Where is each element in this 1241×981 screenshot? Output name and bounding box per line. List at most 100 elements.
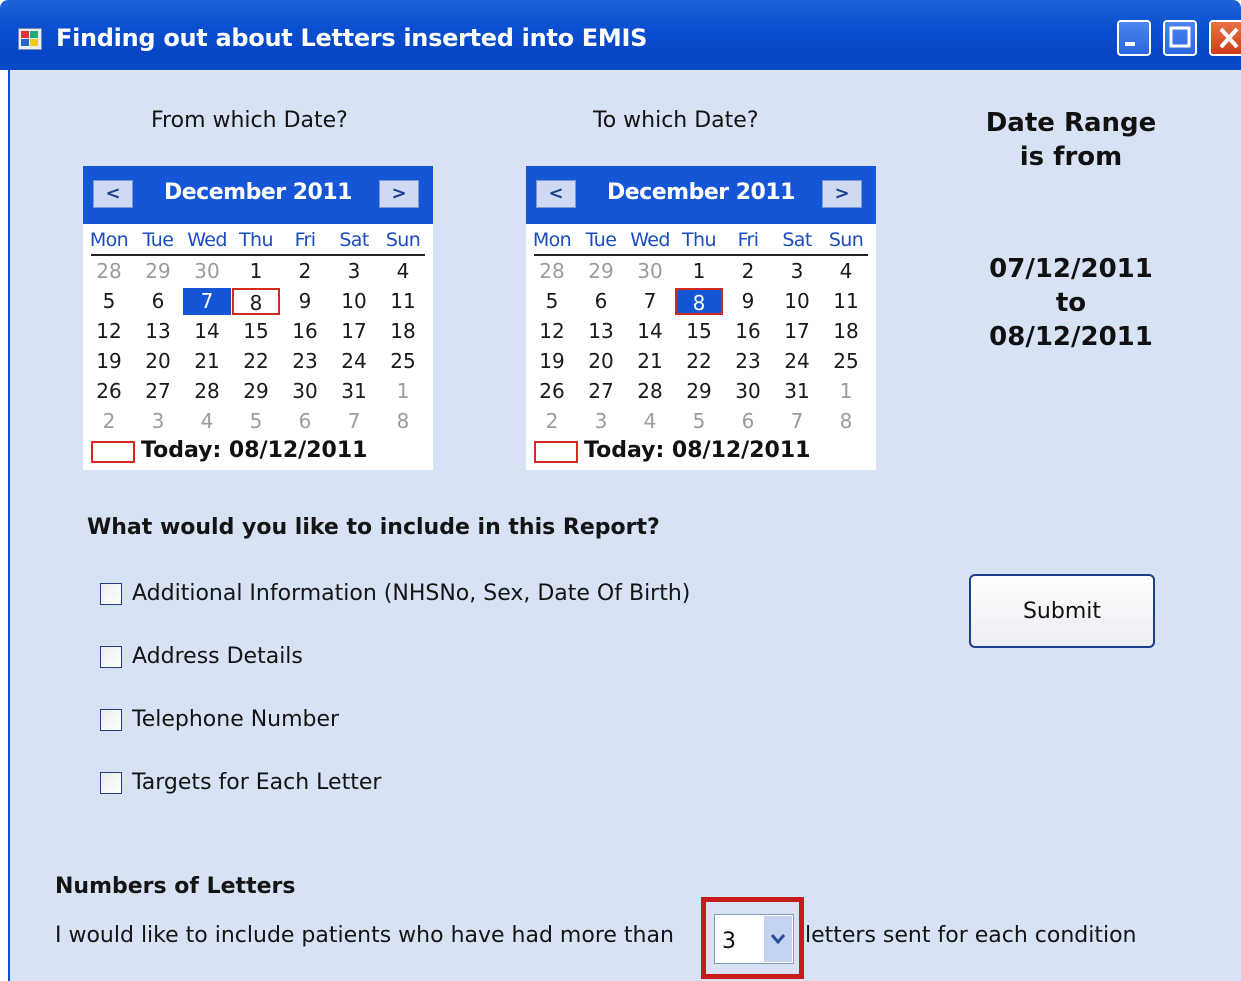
address-details-label[interactable]: Address Details xyxy=(132,644,303,669)
calendar-day[interactable]: 28 xyxy=(183,378,231,405)
calendar-day[interactable]: 20 xyxy=(577,348,625,375)
calendar-day[interactable]: 30 xyxy=(626,258,674,285)
calendar-day[interactable]: 12 xyxy=(85,318,133,345)
calendar-day[interactable]: 13 xyxy=(577,318,625,345)
from-date-calendar[interactable]: < December 2011 > Mon Tue Wed Thu Fri Sat Sun 28 29… xyxy=(83,166,433,470)
telephone-number-label[interactable]: Telephone Number xyxy=(132,707,339,732)
calendar-day[interactable]: 16 xyxy=(281,318,329,345)
calendar-day[interactable]: 15 xyxy=(675,318,723,345)
calendar-day[interactable]: 4 xyxy=(822,258,870,285)
calendar-day[interactable]: 16 xyxy=(724,318,772,345)
calendar-day[interactable]: 10 xyxy=(330,288,378,315)
calendar-day[interactable]: 4 xyxy=(183,408,231,435)
calendar-day[interactable]: 23 xyxy=(724,348,772,375)
close-button[interactable] xyxy=(1209,20,1241,56)
calendar-day[interactable]: 17 xyxy=(773,318,821,345)
calendar-day[interactable]: 23 xyxy=(281,348,329,375)
calendar-day[interactable]: 1 xyxy=(822,378,870,405)
dropdown-button[interactable] xyxy=(764,916,792,962)
calendar-day[interactable]: 30 xyxy=(281,378,329,405)
calendar-day[interactable]: 6 xyxy=(281,408,329,435)
calendar-day[interactable]: 22 xyxy=(232,348,280,375)
calendar-day[interactable]: 27 xyxy=(577,378,625,405)
maximize-button[interactable] xyxy=(1163,20,1197,56)
address-details-checkbox[interactable] xyxy=(100,646,122,668)
targets-each-letter-label[interactable]: Targets for Each Letter xyxy=(132,770,381,795)
calendar-day[interactable]: 27 xyxy=(134,378,182,405)
submit-button[interactable]: Submit xyxy=(969,574,1155,648)
calendar-day[interactable]: 1 xyxy=(675,258,723,285)
calendar-day[interactable]: 1 xyxy=(379,378,427,405)
calendar-day[interactable]: 3 xyxy=(577,408,625,435)
calendar-day[interactable]: 29 xyxy=(134,258,182,285)
calendar-day[interactable]: 5 xyxy=(232,408,280,435)
calendar-day[interactable]: 6 xyxy=(724,408,772,435)
today-label[interactable]: Today: 08/12/2011 xyxy=(141,438,367,463)
calendar-day[interactable]: 11 xyxy=(822,288,870,315)
calendar-day[interactable]: 2 xyxy=(724,258,772,285)
minimize-button[interactable] xyxy=(1117,20,1151,56)
calendar-day[interactable]: 26 xyxy=(528,378,576,405)
calendar-day[interactable]: 29 xyxy=(675,378,723,405)
calendar-day[interactable]: 8 xyxy=(232,288,280,315)
calendar-day[interactable]: 2 xyxy=(528,408,576,435)
calendar-day[interactable]: 24 xyxy=(773,348,821,375)
calendar-day[interactable]: 31 xyxy=(773,378,821,405)
calendar-day[interactable]: 7 xyxy=(626,288,674,315)
next-month-button[interactable]: > xyxy=(822,180,862,208)
today-label[interactable]: Today: 08/12/2011 xyxy=(584,438,810,463)
calendar-day[interactable]: 11 xyxy=(379,288,427,315)
calendar-day[interactable]: 22 xyxy=(675,348,723,375)
calendar-day[interactable]: 20 xyxy=(134,348,182,375)
calendar-day[interactable]: 28 xyxy=(528,258,576,285)
calendar-day[interactable]: 5 xyxy=(85,288,133,315)
calendar-day[interactable]: 14 xyxy=(626,318,674,345)
calendar-day[interactable]: 12 xyxy=(528,318,576,345)
telephone-number-checkbox[interactable] xyxy=(100,709,122,731)
calendar-day[interactable]: 2 xyxy=(85,408,133,435)
calendar-day[interactable]: 10 xyxy=(773,288,821,315)
calendar-day[interactable]: 1 xyxy=(232,258,280,285)
calendar-day[interactable]: 25 xyxy=(822,348,870,375)
calendar-day[interactable]: 30 xyxy=(183,258,231,285)
calendar-day[interactable]: 30 xyxy=(724,378,772,405)
additional-info-label[interactable]: Additional Information (NHSNo, Sex, Date… xyxy=(132,581,690,606)
calendar-day[interactable]: 4 xyxy=(626,408,674,435)
calendar-day[interactable]: 18 xyxy=(379,318,427,345)
calendar-day[interactable]: 7 xyxy=(773,408,821,435)
calendar-day[interactable]: 9 xyxy=(724,288,772,315)
calendar-day[interactable]: 24 xyxy=(330,348,378,375)
calendar-day[interactable]: 21 xyxy=(183,348,231,375)
calendar-day[interactable]: 3 xyxy=(134,408,182,435)
calendar-day[interactable]: 29 xyxy=(232,378,280,405)
calendar-day[interactable]: 6 xyxy=(577,288,625,315)
targets-each-letter-checkbox[interactable] xyxy=(100,772,122,794)
calendar-day[interactable]: 8 xyxy=(379,408,427,435)
calendar-day[interactable]: 6 xyxy=(134,288,182,315)
calendar-day[interactable]: 21 xyxy=(626,348,674,375)
calendar-day[interactable]: 26 xyxy=(85,378,133,405)
calendar-day[interactable]: 31 xyxy=(330,378,378,405)
calendar-day[interactable]: 14 xyxy=(183,318,231,345)
calendar-day[interactable]: 3 xyxy=(773,258,821,285)
calendar-day[interactable]: 5 xyxy=(528,288,576,315)
calendar-day[interactable]: 8 xyxy=(822,408,870,435)
calendar-day[interactable]: 8 xyxy=(675,288,723,315)
calendar-day[interactable]: 9 xyxy=(281,288,329,315)
calendar-day[interactable]: 5 xyxy=(675,408,723,435)
calendar-day[interactable]: 29 xyxy=(577,258,625,285)
calendar-day[interactable]: 7 xyxy=(183,288,231,315)
title-bar[interactable]: Finding out about Letters inserted into … xyxy=(0,0,1241,70)
calendar-day[interactable]: 28 xyxy=(626,378,674,405)
to-date-calendar[interactable]: < December 2011 > Mon Tue Wed Thu Fri Sat Sun 28 29… xyxy=(526,166,876,470)
calendar-day[interactable]: 4 xyxy=(379,258,427,285)
additional-info-checkbox[interactable] xyxy=(100,583,122,605)
calendar-day[interactable]: 19 xyxy=(85,348,133,375)
calendar-day[interactable]: 25 xyxy=(379,348,427,375)
calendar-day[interactable]: 3 xyxy=(330,258,378,285)
next-month-button[interactable]: > xyxy=(379,180,419,208)
calendar-day[interactable]: 7 xyxy=(330,408,378,435)
letters-count-dropdown[interactable]: 3 xyxy=(714,914,794,964)
calendar-day[interactable]: 17 xyxy=(330,318,378,345)
calendar-day[interactable]: 18 xyxy=(822,318,870,345)
